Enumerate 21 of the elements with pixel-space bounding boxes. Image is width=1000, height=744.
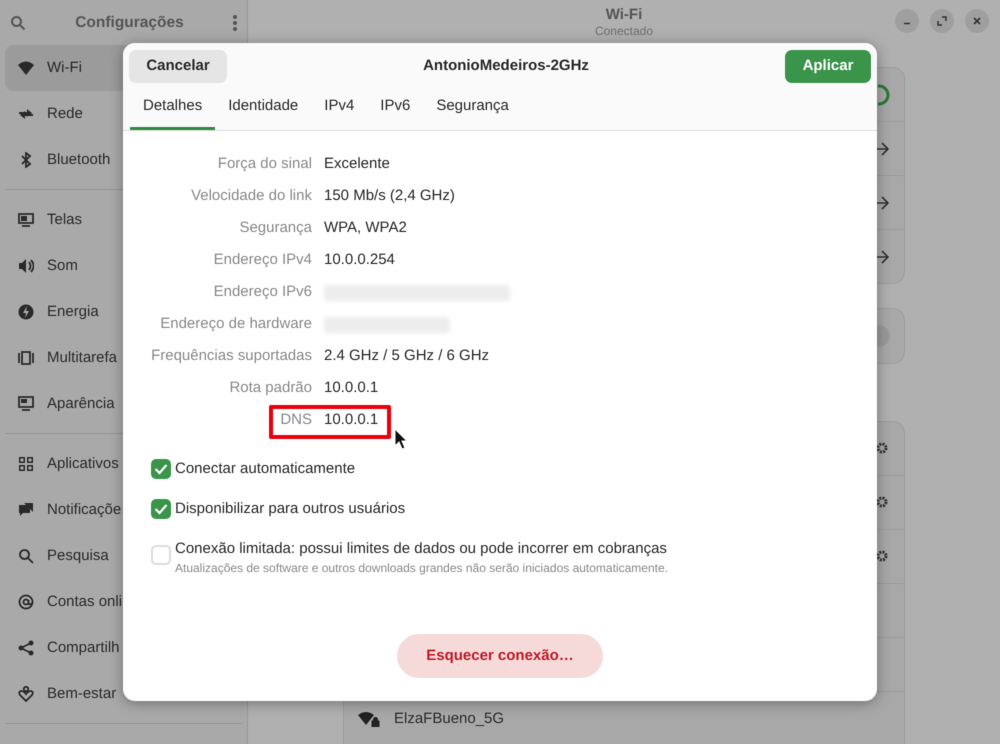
detail-label: Velocidade do link <box>190 186 312 206</box>
dialog-title: AntonioMedeiros-2GHz <box>422 56 590 76</box>
detail-label: DNS <box>279 410 312 430</box>
sidebar-title: Configurações <box>74 12 185 33</box>
detail-label: Força do sinal <box>216 154 312 174</box>
detail-value: Excelente <box>324 154 390 174</box>
detail-value: 10.0.0.1 <box>324 378 378 398</box>
detail-label: Segurança <box>238 218 312 238</box>
detail-value: WPA, WPA2 <box>324 218 407 238</box>
detail-value: 2.4 GHz / 5 GHz / 6 GHz <box>324 346 490 366</box>
detail-label: Endereço de hardware <box>159 314 312 334</box>
window-subtitle: Conectado <box>594 24 654 38</box>
detail-label: Frequências suportadas <box>150 346 312 366</box>
option-description: Atualizações de software e outros downloads grandes não serão iniciados automaticamente. <box>175 560 668 574</box>
detail-value: 10.0.0.1 <box>324 410 378 430</box>
detail-value: 150 Mb/s (2,4 GHz) <box>324 186 455 206</box>
window-title: Wi-Fi <box>604 6 644 24</box>
detail-label: Rota padrão <box>228 378 312 398</box>
detail-label: Endereço IPv6 <box>212 282 312 302</box>
detail-value: 10.0.0.254 <box>324 250 395 270</box>
detail-label: Endereço IPv4 <box>212 250 312 270</box>
